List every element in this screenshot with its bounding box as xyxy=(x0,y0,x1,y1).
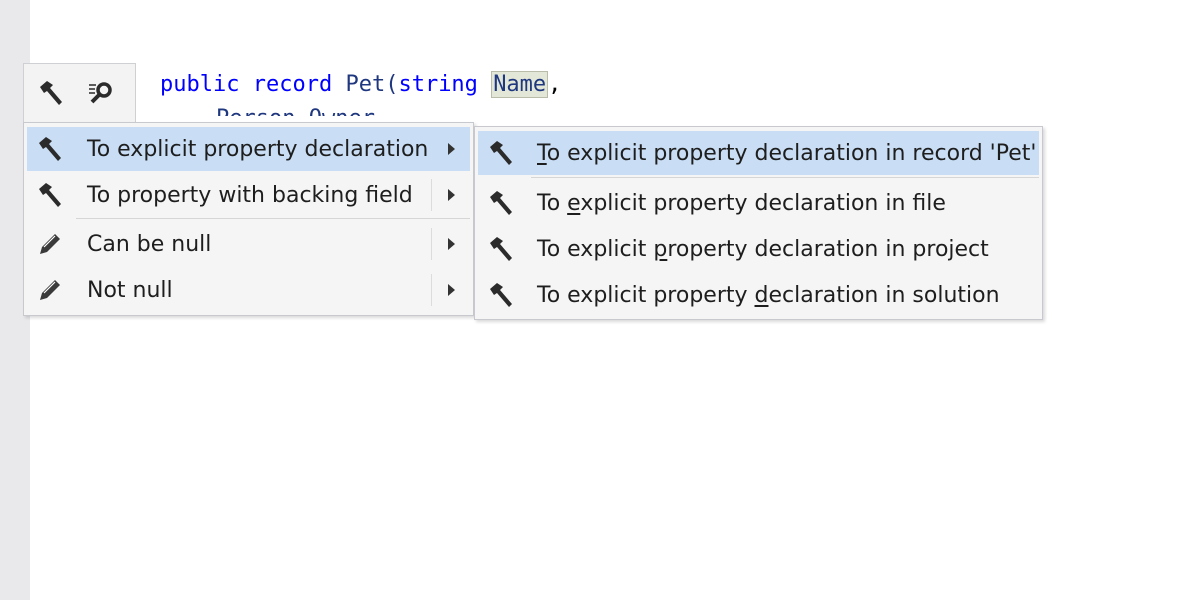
comma: , xyxy=(548,72,562,97)
hammer-icon xyxy=(36,78,66,108)
menu-item-label: Can be null xyxy=(87,231,212,257)
hammer-icon xyxy=(486,138,516,168)
menu-item-label: To property with backing field xyxy=(87,182,413,208)
menu-item-to-explicit-property[interactable]: To explicit property declaration xyxy=(27,127,470,171)
label-text: To explicit xyxy=(537,236,654,262)
record-name: Pet( xyxy=(345,72,399,97)
menu-item-to-property-backing-field[interactable]: To property with backing field xyxy=(27,173,470,217)
chevron-right-icon xyxy=(448,143,455,155)
chevron-right-icon[interactable] xyxy=(448,284,455,296)
label-text: To explicit property xyxy=(537,282,755,308)
search-actions-icon xyxy=(86,78,116,108)
pencil-icon xyxy=(35,275,65,305)
menu-item-label: To explicit property declaration xyxy=(87,136,429,162)
highlighted-parameter[interactable]: Name xyxy=(491,71,549,98)
menu-item-not-null[interactable]: Not null xyxy=(27,268,470,312)
hammer-icon xyxy=(486,234,516,264)
label-text: eclaration in solution xyxy=(768,282,1000,308)
divider xyxy=(76,218,470,219)
mnemonic-key: p xyxy=(653,236,668,262)
keyword: public xyxy=(160,72,240,97)
menu-item-label: Not null xyxy=(87,277,173,303)
divider xyxy=(431,179,432,211)
mnemonic-key: d xyxy=(754,282,769,308)
find-action-button[interactable] xyxy=(84,76,118,110)
code-line-1[interactable]: public record Pet(string Name, xyxy=(160,71,562,98)
mnemonic-key: e xyxy=(567,190,581,216)
context-actions-menu: To explicit property declaration To prop… xyxy=(23,122,474,316)
quick-fix-button[interactable] xyxy=(34,76,68,110)
chevron-right-icon[interactable] xyxy=(448,189,455,201)
chevron-right-icon[interactable] xyxy=(448,238,455,250)
action-toolbar xyxy=(23,63,136,123)
hammer-icon xyxy=(486,188,516,218)
submenu-item-in-solution[interactable]: To explicit property declaration in solu… xyxy=(478,273,1039,317)
submenu-item-in-project[interactable]: To explicit property declaration in proj… xyxy=(478,227,1039,271)
keyword: string xyxy=(398,72,478,97)
hammer-icon xyxy=(486,280,516,310)
divider xyxy=(531,177,1039,178)
submenu-item-in-record[interactable]: To explicit property declaration in reco… xyxy=(478,131,1039,175)
menu-item-can-be-null[interactable]: Can be null xyxy=(27,222,470,266)
pencil-icon xyxy=(35,229,65,259)
label-text: xplicit property declaration in file xyxy=(580,190,946,216)
hammer-icon xyxy=(35,134,65,164)
submenu-item-in-file[interactable]: To explicit property declaration in file xyxy=(478,181,1039,225)
label-text: o explicit property declaration in recor… xyxy=(546,140,1037,166)
submenu-explicit-property: To explicit property declaration in reco… xyxy=(474,126,1043,320)
hammer-icon xyxy=(35,180,65,210)
label-text: To xyxy=(537,190,568,216)
mnemonic-key: T xyxy=(537,140,547,166)
divider xyxy=(431,274,432,306)
keyword: record xyxy=(252,72,333,97)
label-text: roperty declaration in project xyxy=(667,236,989,262)
divider xyxy=(431,228,432,260)
